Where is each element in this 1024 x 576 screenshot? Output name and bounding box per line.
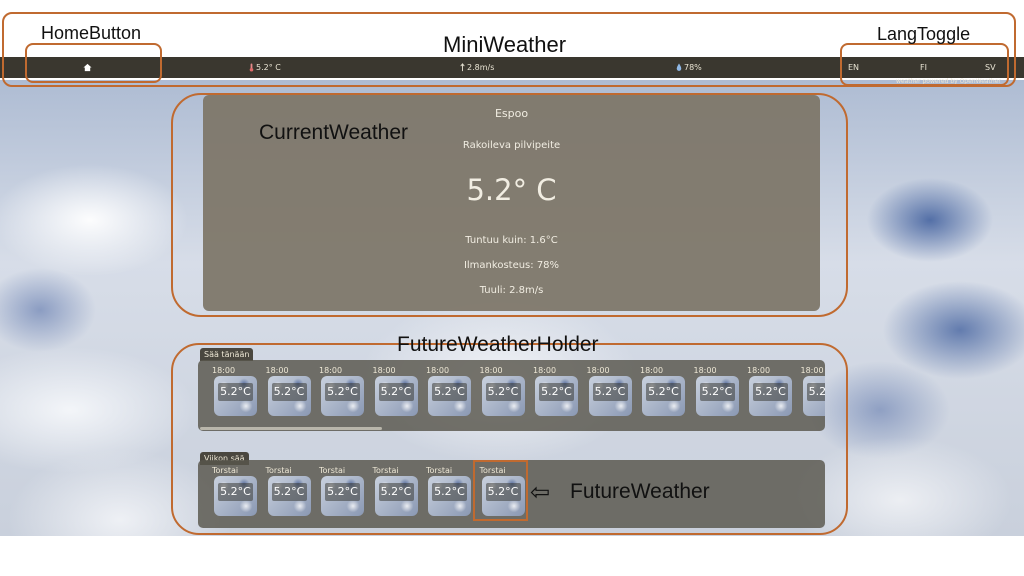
annotation-miniweather-label: MiniWeather <box>443 32 567 57</box>
annotation-futureholder-label: FutureWeatherHolder <box>397 333 599 356</box>
annotation-futureweather-label: FutureWeather <box>570 480 710 503</box>
annotation-langtoggle-label: LangToggle <box>877 24 971 44</box>
annotation-langtoggle-box <box>840 43 1009 86</box>
screenshot-stage: 5.2° C 2.8m/s 78% EN FI SV weather power… <box>0 0 1024 576</box>
annotation-futureweather-box <box>473 460 528 521</box>
annotation-arrow: ⇦ <box>530 479 551 506</box>
annotation-homebutton-box <box>25 43 162 83</box>
annotation-homebutton-label: HomeButton <box>41 23 142 43</box>
annotation-currentweather-label: CurrentWeather <box>259 121 409 144</box>
